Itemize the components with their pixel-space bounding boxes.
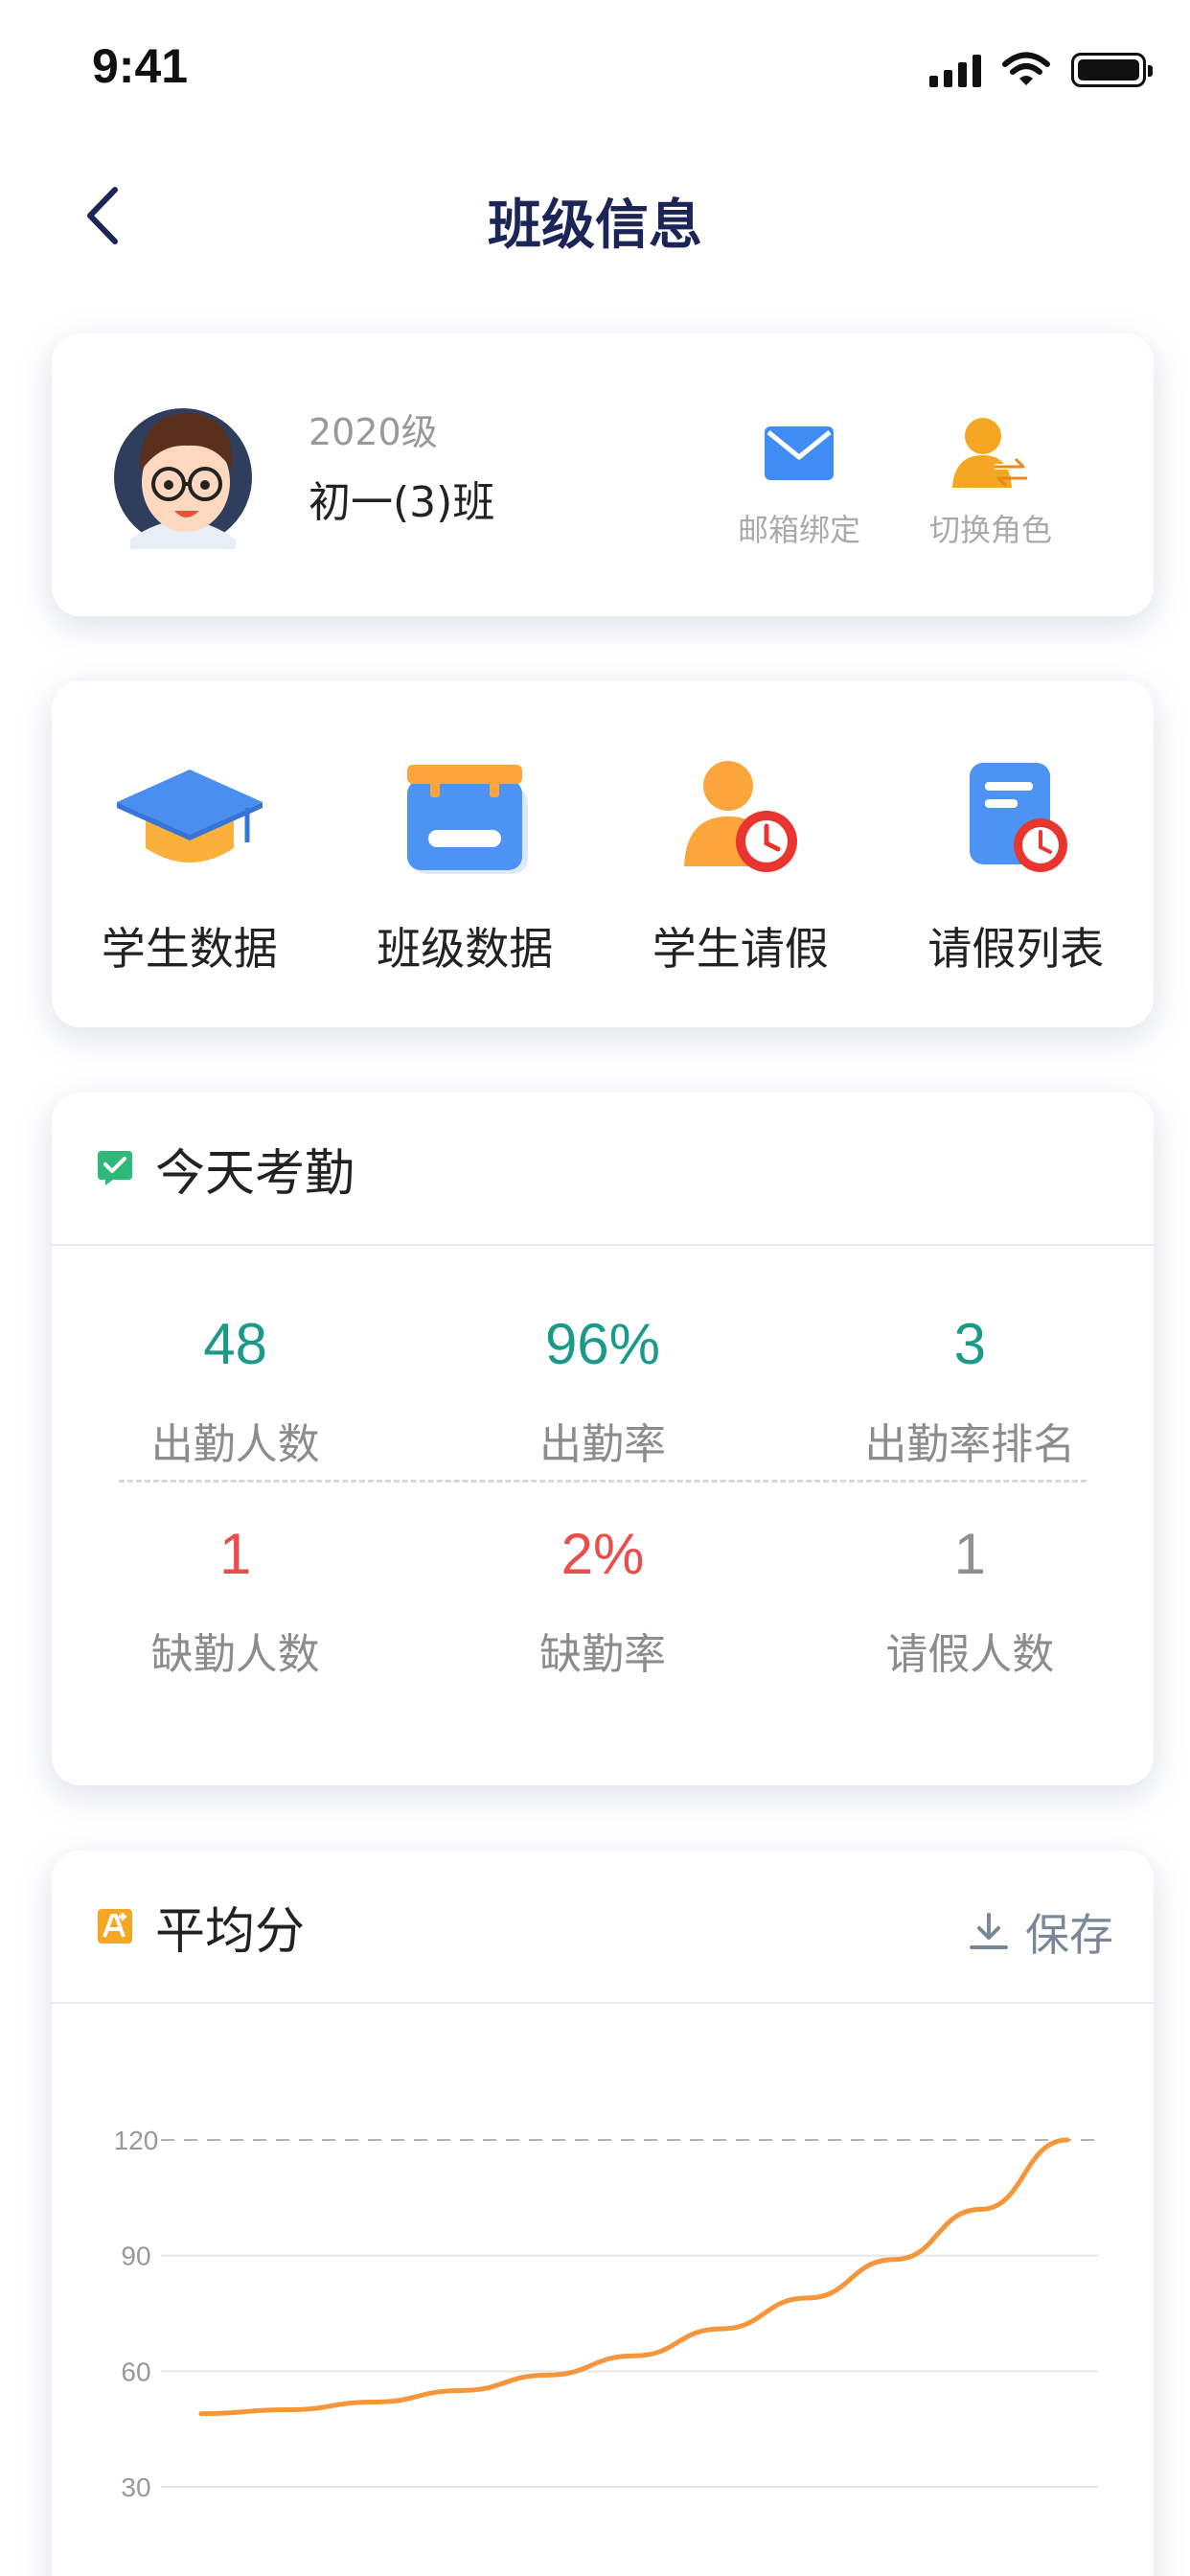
student-data-label: 学生数据 bbox=[101, 923, 278, 975]
y-tick-label: 60 bbox=[121, 2357, 150, 2386]
average-title: 平均分 bbox=[155, 1902, 306, 1961]
class-board-icon bbox=[407, 765, 529, 874]
switch-role-button[interactable]: 切换角色 bbox=[914, 410, 1067, 550]
stat-label: 出勤率排名 bbox=[864, 1420, 1076, 1469]
stat-value: 2% bbox=[561, 1522, 645, 1586]
save-label: 保存 bbox=[1025, 1909, 1113, 1961]
stat-absent-count: 1 缺勤人数 bbox=[52, 1483, 419, 1713]
y-tick-label: 90 bbox=[121, 2242, 150, 2271]
score-a-icon bbox=[98, 1909, 132, 1944]
stat-value: 1 bbox=[218, 1522, 252, 1586]
wifi-icon bbox=[1002, 52, 1050, 85]
save-button[interactable]: 保存 bbox=[968, 1900, 1113, 1964]
series-line bbox=[198, 2137, 1070, 2417]
class-grade: 2020级 bbox=[309, 411, 438, 453]
class-profile-card: 2020级 初一(3)班 邮箱绑定 切换角色 bbox=[52, 334, 1154, 616]
features-card: 学生数据 班级数据 学生请假 请假列表 bbox=[52, 680, 1154, 1027]
stat-value: 3 bbox=[953, 1312, 986, 1376]
average-score-card: 平均分 保存 120 90 60 30 bbox=[52, 1851, 1154, 2576]
stat-present-count: 48 出勤人数 bbox=[52, 1246, 419, 1476]
status-bar: 9:41 bbox=[0, 0, 1190, 134]
stat-value: 96% bbox=[544, 1312, 661, 1376]
stat-label: 出勤率 bbox=[538, 1420, 666, 1469]
stat-value: 1 bbox=[953, 1522, 986, 1586]
class-name: 初一(3)班 bbox=[309, 478, 495, 527]
stat-absence-rate: 2% 缺勤率 bbox=[419, 1483, 786, 1713]
leave-list-icon bbox=[970, 763, 1068, 872]
stat-value: 48 bbox=[203, 1312, 268, 1376]
class-data-label: 班级数据 bbox=[377, 923, 554, 975]
signal-icon bbox=[929, 53, 981, 87]
student-data-button[interactable]: 学生数据 bbox=[52, 680, 328, 1027]
page-title: 班级信息 bbox=[488, 195, 702, 257]
leave-list-label: 请假列表 bbox=[927, 923, 1105, 975]
stat-leave-count: 1 请假人数 bbox=[787, 1483, 1154, 1713]
average-header: 平均分 保存 bbox=[52, 1851, 1154, 2004]
switch-role-icon bbox=[952, 418, 1027, 488]
status-time: 9:41 bbox=[92, 39, 189, 93]
graduation-cap-icon bbox=[116, 770, 263, 862]
attendance-header: 今天考勤 bbox=[52, 1092, 1154, 1246]
class-data-button[interactable]: 班级数据 bbox=[328, 680, 604, 1027]
checkbox-icon bbox=[98, 1151, 132, 1185]
student-leave-button[interactable]: 学生请假 bbox=[603, 680, 879, 1027]
status-icons bbox=[929, 52, 1153, 88]
student-leave-icon bbox=[683, 761, 797, 872]
average-score-chart: 120 90 60 30 bbox=[114, 2126, 1098, 2502]
nav-bar: 班级信息 bbox=[0, 163, 1190, 268]
stat-attendance-rate: 96% 出勤率 bbox=[419, 1246, 786, 1476]
leave-list-button[interactable]: 请假列表 bbox=[879, 680, 1155, 1027]
y-tick-label: 30 bbox=[121, 2472, 150, 2502]
bind-email-button[interactable]: 邮箱绑定 bbox=[722, 410, 876, 550]
avatar bbox=[111, 396, 255, 549]
stat-attendance-rank: 3 出勤率排名 bbox=[787, 1246, 1154, 1476]
y-tick-label: 120 bbox=[114, 2126, 159, 2155]
attendance-title: 今天考勤 bbox=[155, 1144, 355, 1203]
stat-label: 缺勤率 bbox=[538, 1630, 666, 1679]
download-icon bbox=[970, 1913, 1008, 1949]
stat-label: 出勤人数 bbox=[150, 1420, 320, 1469]
stat-label: 请假人数 bbox=[885, 1630, 1055, 1679]
stat-label: 缺勤人数 bbox=[150, 1630, 320, 1679]
switch-role-label: 切换角色 bbox=[928, 512, 1052, 548]
attendance-stats-row-2: 1 缺勤人数 2% 缺勤率 1 请假人数 bbox=[52, 1483, 1154, 1713]
attendance-card: 今天考勤 48 出勤人数 96% 出勤率 3 出勤率排名 1 缺勤人数 2% 缺… bbox=[52, 1092, 1154, 1785]
attendance-stats-row-1: 48 出勤人数 96% 出勤率 3 出勤率排名 bbox=[52, 1246, 1154, 1476]
battery-icon bbox=[1071, 53, 1153, 87]
bind-email-label: 邮箱绑定 bbox=[737, 512, 860, 548]
student-leave-label: 学生请假 bbox=[652, 923, 829, 975]
mail-icon bbox=[765, 426, 834, 480]
